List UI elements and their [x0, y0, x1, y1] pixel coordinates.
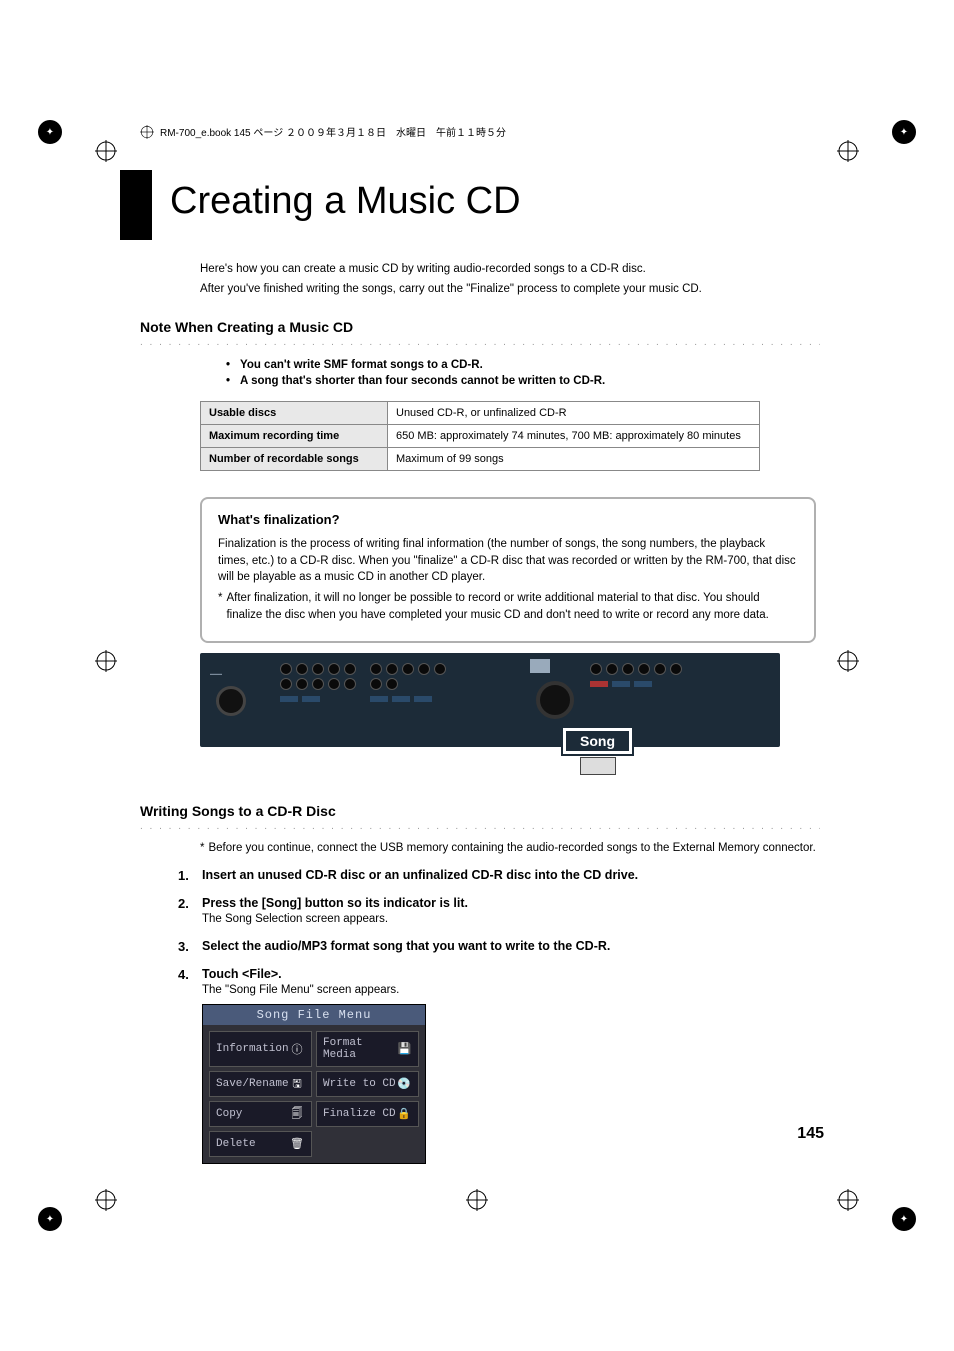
meta-text: RM-700_e.book 145 ページ ２００９年３月１８日 水曜日 午前１… — [160, 124, 506, 139]
crop-mark-icon — [837, 650, 859, 672]
page-title: Creating a Music CD — [170, 180, 521, 223]
registration-mark-icon — [38, 1207, 62, 1231]
step-1: Insert an unused CD-R disc or an unfinal… — [178, 868, 820, 882]
spec-num-songs-value: Maximum of 99 songs — [388, 448, 760, 471]
menu-item-information[interactable]: Information ⓘ — [209, 1031, 312, 1067]
registration-mark-icon — [892, 120, 916, 144]
info-icon: ⓘ — [289, 1042, 305, 1056]
crop-mark-icon — [837, 140, 859, 162]
crop-mark-icon — [95, 1189, 117, 1211]
finalization-p1: Finalization is the process of writing f… — [218, 536, 798, 586]
note-bullet-2: A song that's shorter than four seconds … — [240, 375, 820, 387]
step-2: Press the [Song] button so its indicator… — [178, 896, 820, 925]
menu-item-label: Finalize CD — [323, 1108, 396, 1120]
spec-max-rec-time-value: 650 MB: approximately 74 minutes, 700 MB… — [388, 425, 760, 448]
menu-item-write-to-cd[interactable]: Write to CD 💿 — [316, 1071, 419, 1097]
step-4-body: The "Song File Menu" screen appears. — [202, 984, 820, 996]
finalization-note-box: What's finalization? Finalization is the… — [200, 497, 816, 643]
spec-num-songs-label: Number of recordable songs — [201, 448, 388, 471]
spec-max-rec-time-label: Maximum recording time — [201, 425, 388, 448]
hardware-panel-illustration: ▬▬▬ Song — [200, 653, 780, 747]
table-row: Maximum recording time 650 MB: approxima… — [201, 425, 760, 448]
crop-mark-icon — [466, 1189, 488, 1211]
registration-mark-icon — [892, 1207, 916, 1231]
step-4-head: Touch <File>. — [202, 967, 820, 981]
finalization-title: What's finalization? — [218, 511, 798, 530]
chapter-marker — [120, 170, 152, 240]
step-3: Select the audio/MP3 format song that yo… — [178, 939, 820, 953]
floppy-icon: 💾 — [397, 1042, 412, 1056]
song-button-callout: Song — [563, 728, 632, 754]
trash-icon: 🗑 — [289, 1137, 305, 1151]
menu-item-label: Information — [216, 1043, 289, 1055]
menu-item-delete[interactable]: Delete 🗑 — [209, 1131, 312, 1157]
step-3-head: Select the audio/MP3 format song that yo… — [202, 939, 820, 953]
menu-item-label: Write to CD — [323, 1078, 396, 1090]
song-file-menu-screenshot: Song File Menu Information ⓘ Format Medi… — [202, 1004, 426, 1164]
section-heading-writing: Writing Songs to a CD-R Disc — [140, 803, 820, 819]
divider-dots: . . . . . . . . . . . . . . . . . . . . … — [140, 821, 820, 832]
page-number: 145 — [797, 1125, 824, 1143]
divider-dots: . . . . . . . . . . . . . . . . . . . . … — [140, 337, 820, 348]
spec-usable-discs-value: Unused CD-R, or unfinalized CD-R — [388, 402, 760, 425]
menu-item-empty — [316, 1131, 419, 1157]
menu-item-label: Delete — [216, 1138, 256, 1150]
save-icon: 🖫 — [289, 1077, 305, 1091]
menu-item-finalize-cd[interactable]: Finalize CD 🔒 — [316, 1101, 419, 1127]
step-2-body: The Song Selection screen appears. — [202, 913, 820, 925]
step-1-head: Insert an unused CD-R disc or an unfinal… — [202, 868, 820, 882]
crop-mark-icon — [837, 1189, 859, 1211]
menu-item-copy[interactable]: Copy 🗐 — [209, 1101, 312, 1127]
crop-mark-icon — [95, 650, 117, 672]
copy-icon: 🗐 — [289, 1107, 305, 1121]
intro-line-1: Here's how you can create a music CD by … — [200, 261, 820, 278]
book-icon — [140, 125, 154, 139]
note-bullet-1: You can't write SMF format songs to a CD… — [240, 359, 820, 371]
asterisk-icon: * — [200, 842, 204, 854]
step-2-head: Press the [Song] button so its indicator… — [202, 896, 820, 910]
menu-item-label: Copy — [216, 1108, 242, 1120]
table-row: Usable discs Unused CD-R, or unfinalized… — [201, 402, 760, 425]
crop-mark-icon — [95, 140, 117, 162]
section-heading-notes: Note When Creating a Music CD — [140, 319, 820, 335]
menu-title: Song File Menu — [203, 1005, 425, 1025]
spec-usable-discs-label: Usable discs — [201, 402, 388, 425]
disc-write-icon: 💿 — [396, 1077, 412, 1091]
menu-item-save-rename[interactable]: Save/Rename 🖫 — [209, 1071, 312, 1097]
song-button-icon — [580, 757, 616, 775]
menu-item-format-media[interactable]: Format Media 💾 — [316, 1031, 419, 1067]
disc-lock-icon: 🔒 — [396, 1107, 412, 1121]
table-row: Number of recordable songs Maximum of 99… — [201, 448, 760, 471]
intro-line-2: After you've finished writing the songs,… — [200, 281, 820, 298]
registration-mark-icon — [38, 120, 62, 144]
finalization-p2: After finalization, it will no longer be… — [226, 590, 798, 623]
book-meta-header: RM-700_e.book 145 ページ ２００９年３月１８日 水曜日 午前１… — [140, 124, 506, 139]
step-4: Touch <File>. The "Song File Menu" scree… — [178, 967, 820, 996]
pre-note-text: Before you continue, connect the USB mem… — [208, 842, 815, 854]
asterisk-icon: * — [218, 590, 222, 623]
menu-item-label: Save/Rename — [216, 1078, 289, 1090]
menu-item-label: Format Media — [323, 1037, 397, 1061]
spec-table: Usable discs Unused CD-R, or unfinalized… — [200, 401, 760, 471]
